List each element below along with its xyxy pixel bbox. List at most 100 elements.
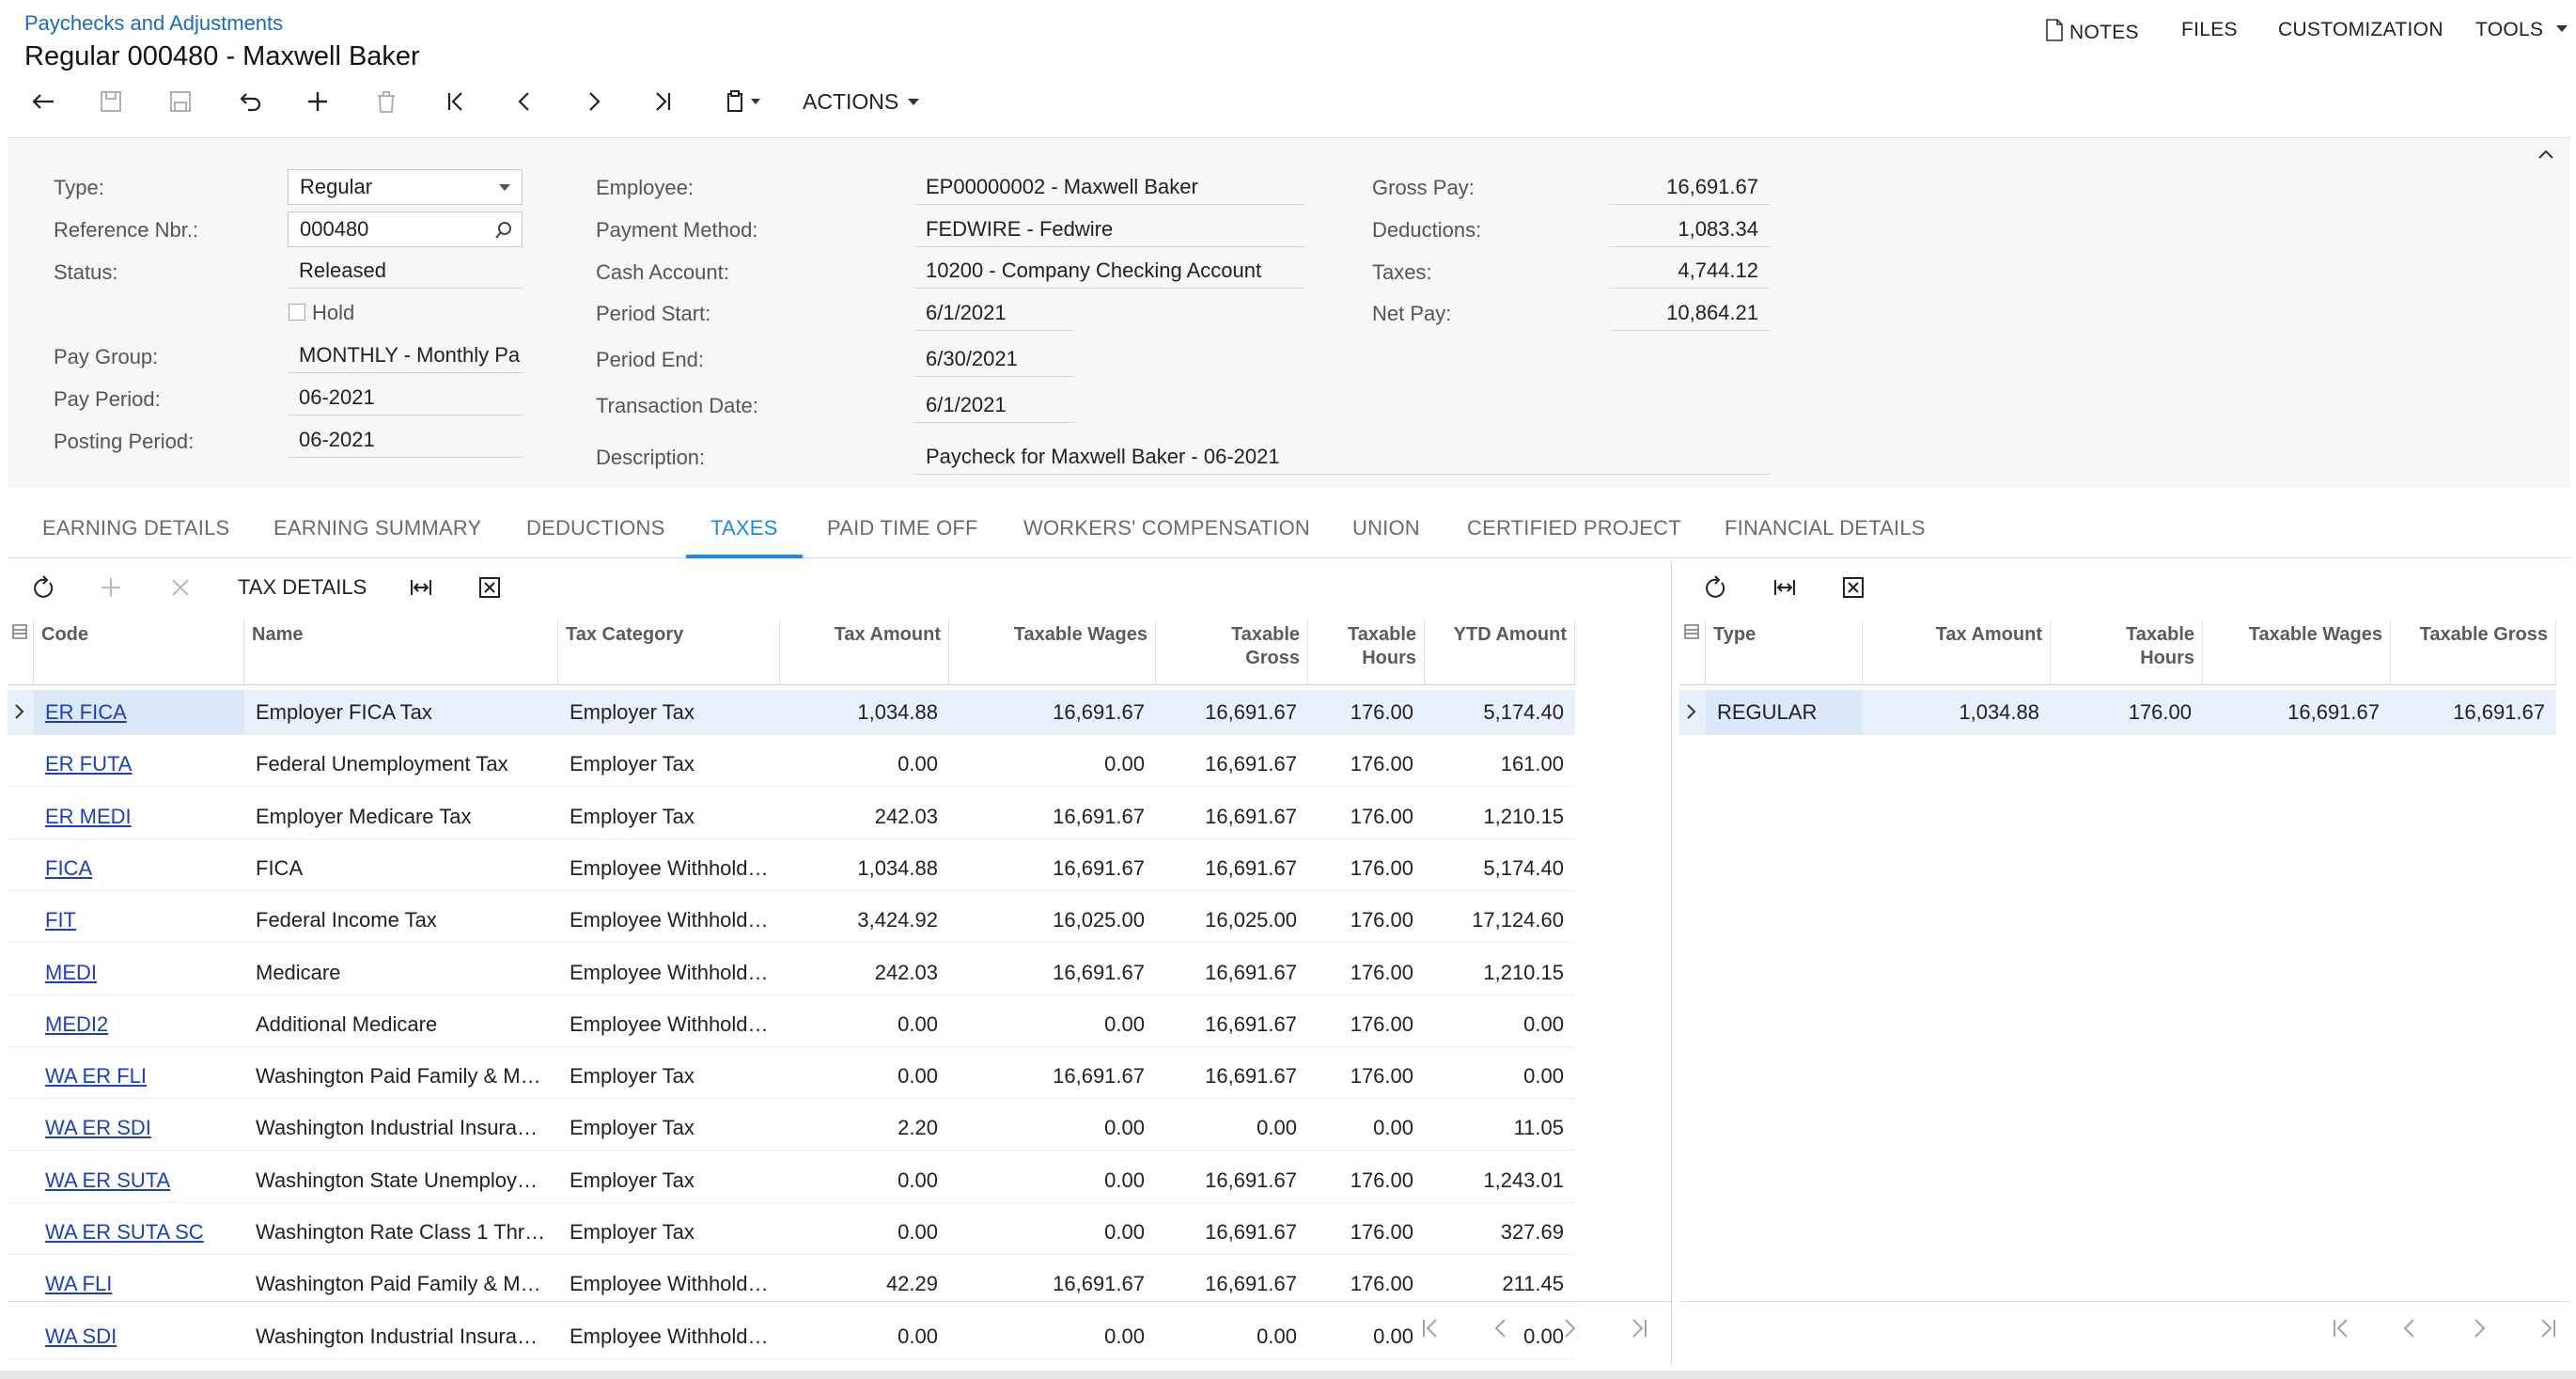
cash-account-value[interactable]: 10200 - Company Checking Account xyxy=(914,253,1305,289)
tab-taxes[interactable]: TAXES xyxy=(686,498,803,558)
header-name[interactable]: Name xyxy=(244,619,558,685)
cell-code[interactable]: WA ER SUTA SC xyxy=(34,1210,244,1255)
first-page-icon[interactable] xyxy=(1417,1315,1444,1341)
table-row[interactable]: WA ER SUTA Washington State Unemploy… Empl… xyxy=(8,1158,1575,1203)
header-ytd-amount[interactable]: YTD Amount xyxy=(1425,619,1575,685)
tab-earning-summary[interactable]: EARNING SUMMARY xyxy=(273,498,481,558)
table-row[interactable]: ER MEDI Employer Medicare Tax Employer Tax… xyxy=(8,794,1575,839)
next-record-button[interactable] xyxy=(573,81,615,122)
tab-certified-project[interactable]: CERTIFIED PROJECT xyxy=(1467,498,1681,558)
refresh-button[interactable] xyxy=(23,567,64,608)
save-close-button[interactable] xyxy=(90,81,132,122)
header-taxable-wages[interactable]: Taxable Wages xyxy=(2203,619,2391,685)
table-row[interactable]: MEDI2 Additional Medicare Employee Withhol… xyxy=(8,1002,1575,1047)
tab-deductions[interactable]: DEDUCTIONS xyxy=(526,498,664,558)
undo-button[interactable] xyxy=(228,81,270,122)
header-taxable-hours[interactable]: Taxable Hours xyxy=(1308,619,1425,685)
taxes-grid: TAX DETAILS Code Name Tax Category Tax A… xyxy=(8,559,1672,1366)
collapse-button[interactable] xyxy=(2537,148,2555,165)
header-taxable-wages[interactable]: Taxable Wages xyxy=(949,619,1156,685)
breadcrumb[interactable]: Paychecks and Adjustments xyxy=(24,11,283,36)
header-taxable-gross[interactable]: Taxable Gross xyxy=(2391,619,2556,685)
files-button[interactable]: FILES xyxy=(2181,19,2238,41)
pay-group-value[interactable]: MONTHLY - Monthly Pa xyxy=(288,337,523,373)
fit-width-button[interactable] xyxy=(1764,567,1805,608)
header-type[interactable]: Type xyxy=(1706,619,1863,685)
tab-paid-time-off[interactable]: PAID TIME OFF xyxy=(827,498,978,558)
reference-nbr-input[interactable]: 000480 xyxy=(288,212,523,247)
export-excel-button[interactable] xyxy=(1833,567,1874,608)
table-row[interactable]: MEDI Medicare Employee Withhold… 242.03 16,6… xyxy=(8,950,1575,995)
table-row[interactable]: ER FICA Employer FICA Tax Employer Tax 1,03… xyxy=(8,690,1575,735)
tab-union[interactable]: UNION xyxy=(1352,498,1420,558)
cell-code[interactable]: ER FICA xyxy=(34,690,244,735)
cell-tax-amount: 0.00 xyxy=(898,752,938,776)
cell-code[interactable]: MEDI2 xyxy=(34,1002,244,1047)
description-value[interactable]: Paycheck for Maxwell Baker - 06-2021 xyxy=(914,439,1770,475)
table-row[interactable]: REGULAR 1,034.88 176.00 16,691.67 16,691.67 xyxy=(1679,690,2556,735)
table-row[interactable]: WA ER SUTA SC Washington Rate Class 1 Thr… xyxy=(8,1210,1575,1255)
search-icon[interactable] xyxy=(493,220,514,241)
type-select[interactable]: Regular xyxy=(288,169,523,205)
header-tax-amount[interactable]: Tax Amount xyxy=(780,619,949,685)
delete-row-button[interactable] xyxy=(160,567,201,608)
hold-checkbox[interactable] xyxy=(289,304,305,321)
cell-code[interactable]: ER MEDI xyxy=(34,794,244,839)
previous-record-button[interactable] xyxy=(504,81,545,122)
add-row-button[interactable] xyxy=(90,567,132,608)
notes-button[interactable]: NOTES xyxy=(2045,19,2139,44)
first-record-button[interactable] xyxy=(435,81,476,122)
header-tax-amount[interactable]: Tax Amount xyxy=(1863,619,2051,685)
cell-code[interactable]: MEDI xyxy=(34,950,244,995)
last-record-button[interactable] xyxy=(642,81,683,122)
table-row[interactable]: WA ER SDI Washington Industrial Insura… Em… xyxy=(8,1105,1575,1152)
customization-button[interactable]: CUSTOMIZATION xyxy=(2278,19,2443,41)
delete-button[interactable] xyxy=(366,81,407,122)
cell-code[interactable]: FICA xyxy=(34,846,244,891)
payment-method-value[interactable]: FEDWIRE - Fedwire xyxy=(914,212,1305,247)
header-taxable-hours[interactable]: Taxable Hours xyxy=(2051,619,2203,685)
fit-width-button[interactable] xyxy=(400,567,442,608)
tab-workers-compensation[interactable]: WORKERS' COMPENSATION xyxy=(1023,498,1310,558)
save-button[interactable] xyxy=(160,81,201,122)
pay-period-value[interactable]: 06-2021 xyxy=(288,380,523,415)
first-page-icon[interactable] xyxy=(2328,1315,2354,1341)
cell-code[interactable]: WA ER FLI xyxy=(34,1054,244,1099)
add-button[interactable] xyxy=(297,81,338,122)
cell-code[interactable]: WA ER SDI xyxy=(34,1105,244,1151)
next-page-icon[interactable] xyxy=(1556,1315,1583,1341)
period-end-value[interactable]: 6/30/2021 xyxy=(914,341,1074,377)
transaction-date-value[interactable]: 6/1/2021 xyxy=(914,387,1074,423)
tab-earning-details[interactable]: EARNING DETAILS xyxy=(42,498,229,558)
next-page-icon[interactable] xyxy=(2466,1315,2492,1341)
column-settings-icon[interactable] xyxy=(1679,619,1706,685)
back-button[interactable] xyxy=(23,81,64,122)
cell-code[interactable]: WA ER SUTA xyxy=(34,1158,244,1203)
export-excel-button[interactable] xyxy=(469,567,510,608)
table-row[interactable]: FIT Federal Income Tax Employee Withhold… 3… xyxy=(8,898,1575,944)
table-row[interactable]: FICA FICA Employee Withhold… 1,034.88 16,691… xyxy=(8,846,1575,891)
prev-page-icon[interactable] xyxy=(1488,1315,1514,1341)
cell-code[interactable]: ER FUTA xyxy=(34,742,244,787)
header-code[interactable]: Code xyxy=(34,619,244,685)
tools-button[interactable]: TOOLS xyxy=(2475,19,2568,41)
actions-menu-button[interactable]: ACTIONS xyxy=(803,81,920,122)
last-page-icon[interactable] xyxy=(1626,1315,1652,1341)
employee-value[interactable]: EP00000002 - Maxwell Baker xyxy=(914,169,1305,205)
prev-page-icon[interactable] xyxy=(2396,1315,2423,1341)
last-page-icon[interactable] xyxy=(2535,1315,2561,1341)
cell-type[interactable]: REGULAR xyxy=(1706,690,1863,735)
header-tax-category[interactable]: Tax Category xyxy=(558,619,780,685)
cell-code[interactable]: FIT xyxy=(34,898,244,943)
header-taxable-gross[interactable]: Taxable Gross xyxy=(1156,619,1308,685)
posting-period-value[interactable]: 06-2021 xyxy=(288,422,523,458)
period-start-value[interactable]: 6/1/2021 xyxy=(914,295,1074,331)
table-row[interactable]: WA ER FLI Washington Paid Family & M… Empl… xyxy=(8,1054,1575,1100)
cell-taxable-wages: 0.00 xyxy=(1104,1220,1145,1244)
tab-financial-details[interactable]: FINANCIAL DETAILS xyxy=(1725,498,1926,558)
refresh-button[interactable] xyxy=(1694,567,1736,608)
column-settings-icon[interactable] xyxy=(8,619,34,685)
clipboard-button[interactable] xyxy=(712,81,769,122)
tax-details-button[interactable]: TAX DETAILS xyxy=(238,559,367,616)
table-row[interactable]: ER FUTA Federal Unemployment Tax Employer … xyxy=(8,742,1575,788)
